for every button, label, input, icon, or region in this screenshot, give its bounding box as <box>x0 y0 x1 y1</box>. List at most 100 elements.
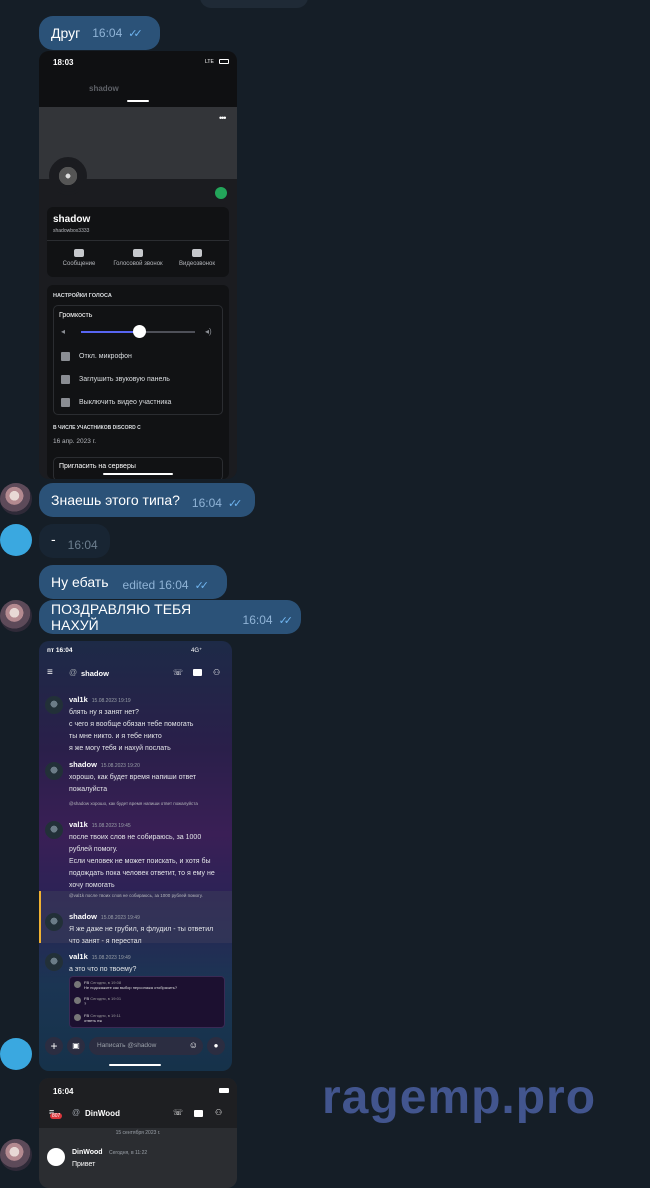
profile-username: shadow <box>53 214 91 225</box>
video-icon[interactable] <box>193 669 202 676</box>
message-time: 16:04 <box>242 613 273 627</box>
invite-to-servers[interactable]: Пригласить на серверы <box>59 463 136 470</box>
message-text: Знаешь этого типа? <box>51 492 180 508</box>
soundboard-icon <box>61 375 70 384</box>
volume-fill <box>81 331 138 333</box>
message-bubble[interactable]: Друг 16:04 ✓✓ <box>39 16 160 50</box>
member-since-label: В ЧИСЛЕ УЧАСТНИКОВ DISCORD С <box>53 425 141 431</box>
dm-message: val1k 15.08.2023 19:19 блять ну я занят н… <box>69 695 194 752</box>
message-text: Друг <box>51 25 81 41</box>
message-time: 16:04 <box>67 538 98 552</box>
status-time: 16:04 <box>53 1087 74 1096</box>
video-call-button[interactable]: Видеозвонок <box>169 249 225 267</box>
message-meta: edited 16:04 ✓✓ <box>123 578 210 592</box>
status-time: 18:03 <box>53 58 74 67</box>
avatar[interactable] <box>0 1038 32 1070</box>
profile-handle: shadowbox3333 <box>53 228 90 234</box>
discord-dm-screenshot[interactable]: пт 16:04 4G⁺ ≡ @ shadow ☏ ⚇ val1k 15.08.2… <box>39 641 232 1071</box>
volume-up-icon: ◂) <box>205 327 212 336</box>
volume-down-icon: ◂ <box>61 327 66 336</box>
voice-settings-card: НАСТРОЙКИ ГОЛОСА Громкость ◂ ◂) Откл. ми… <box>47 285 229 479</box>
avatar[interactable] <box>0 524 32 556</box>
battery-icon <box>219 1088 229 1093</box>
members-icon[interactable]: ⚇ <box>215 1108 222 1117</box>
avatar[interactable] <box>0 1139 32 1171</box>
avatar[interactable] <box>0 483 32 515</box>
home-indicator <box>103 473 173 475</box>
mute-mic-row[interactable]: Откл. микрофон <box>61 352 132 361</box>
profile-card: shadow shadowbox3333 Сообщение Голосовой… <box>47 207 229 277</box>
read-ticks-icon: ✓✓ <box>278 614 294 627</box>
status-network: 4G⁺ <box>191 648 203 654</box>
message-date: Сегодня, в 11:22 <box>109 1150 148 1156</box>
battery-icon <box>219 59 229 64</box>
message-text: Ну ебать <box>51 574 109 590</box>
avatar[interactable] <box>0 600 32 632</box>
message-time: 16:04 <box>158 578 189 592</box>
nitro-badge-icon <box>215 187 227 199</box>
notification-badge: 807 <box>50 1113 63 1119</box>
channel-name: DinWood <box>85 1109 120 1118</box>
avatar <box>45 953 63 971</box>
message-text: ПОЗДРАВЛЯЮ ТЕБЯ НАХУЙ <box>51 601 192 633</box>
emoji-icon[interactable]: ☺ <box>189 1040 198 1050</box>
gift-icon[interactable]: ▣ <box>67 1037 85 1055</box>
date-pill <box>200 0 308 8</box>
home-indicator <box>109 1064 161 1066</box>
dm-message: shadow 15.08.2023 19:49 Я же даже не груб… <box>69 912 214 945</box>
read-ticks-icon: ✓✓ <box>128 27 143 40</box>
message-time: 16:04 <box>92 26 123 40</box>
voice-call-button[interactable]: Голосовой звонок <box>110 249 166 267</box>
read-ticks-icon: ✓✓ <box>194 579 210 592</box>
author-name: DinWood <box>72 1149 103 1156</box>
message-bubble-incoming[interactable]: - 16:04 <box>39 524 110 558</box>
discord-dm-screenshot-2[interactable]: 16:04 ≡ 807 @ DinWood ☏ ⚇ 15 сентября 20… <box>39 1078 237 1188</box>
video-icon[interactable] <box>194 1110 203 1117</box>
add-button[interactable]: + <box>45 1037 63 1055</box>
message-input[interactable]: Написать @shadow ☺ <box>89 1037 203 1055</box>
mic-button[interactable]: ● <box>207 1037 225 1055</box>
date-divider: 15 сентября 2023 г. <box>115 1130 161 1136</box>
profile-avatar <box>49 157 87 195</box>
volume-knob[interactable] <box>133 325 146 338</box>
avatar <box>45 696 63 714</box>
message-meta: 16:04 ✓✓ <box>191 496 243 510</box>
message-action-button[interactable]: Сообщение <box>51 249 107 267</box>
reply-preview: @val1k после твоих слов не собираюсь, за… <box>69 893 203 898</box>
message-text: Привет <box>72 1161 96 1168</box>
call-icon[interactable]: ☏ <box>173 668 183 677</box>
status-network: LTE <box>205 59 214 65</box>
header-name: shadow <box>89 84 119 93</box>
menu-icon[interactable]: ≡ <box>47 667 53 678</box>
dm-message: val1k 15.08.2023 19:45 после твоих слов н… <box>69 820 215 889</box>
dm-message: shadow 15.08.2023 19:20 хорошо, как будет… <box>69 760 197 793</box>
status-time: пт 16:04 <box>47 647 73 654</box>
avatar <box>45 821 63 839</box>
volume-label: Громкость <box>59 312 93 319</box>
channel-name: shadow <box>81 669 109 678</box>
message-bubble[interactable]: Знаешь этого типа? 16:04 ✓✓ <box>39 483 255 517</box>
input-placeholder: Написать @shadow <box>97 1042 157 1049</box>
at-icon: @ <box>69 668 78 677</box>
at-icon: @ <box>72 1108 81 1117</box>
member-since-date: 16 апр. 2023 г. <box>53 438 97 445</box>
avatar <box>45 913 63 931</box>
message-time: 16:04 <box>191 496 222 510</box>
message-text: - <box>51 531 56 547</box>
message-bubble[interactable]: ПОЗДРАВЛЯЮ ТЕБЯ НАХУЙ 16:04 ✓✓ <box>39 600 301 634</box>
voice-section-title: НАСТРОЙКИ ГОЛОСА <box>53 293 112 299</box>
reply-preview: @shadow хорошо, как будет время напиши о… <box>69 801 198 806</box>
members-icon[interactable]: ⚇ <box>213 668 220 677</box>
dm-message: val1k 15.08.2023 19:49 а это что по твоем… <box>69 952 137 973</box>
avatar <box>45 762 63 780</box>
call-icon[interactable]: ☏ <box>173 1108 183 1117</box>
handle-bar <box>127 100 149 102</box>
read-ticks-icon: ✓✓ <box>227 497 243 510</box>
embedded-image[interactable]: FB Сегодня, в 19:08 Не подскажите как выб… <box>69 976 225 1028</box>
message-bubble[interactable]: Ну ебать edited 16:04 ✓✓ <box>39 565 227 599</box>
watermark: ragemp.pro <box>322 1071 597 1124</box>
more-icon[interactable]: ••• <box>219 113 227 123</box>
discord-profile-screenshot[interactable]: 18:03 LTE shadow ••• shadow shadowbox333… <box>39 51 237 479</box>
mute-soundboard-row[interactable]: Заглушить звуковую панель <box>61 375 170 384</box>
disable-video-row[interactable]: Выключить видео участника <box>61 398 171 407</box>
